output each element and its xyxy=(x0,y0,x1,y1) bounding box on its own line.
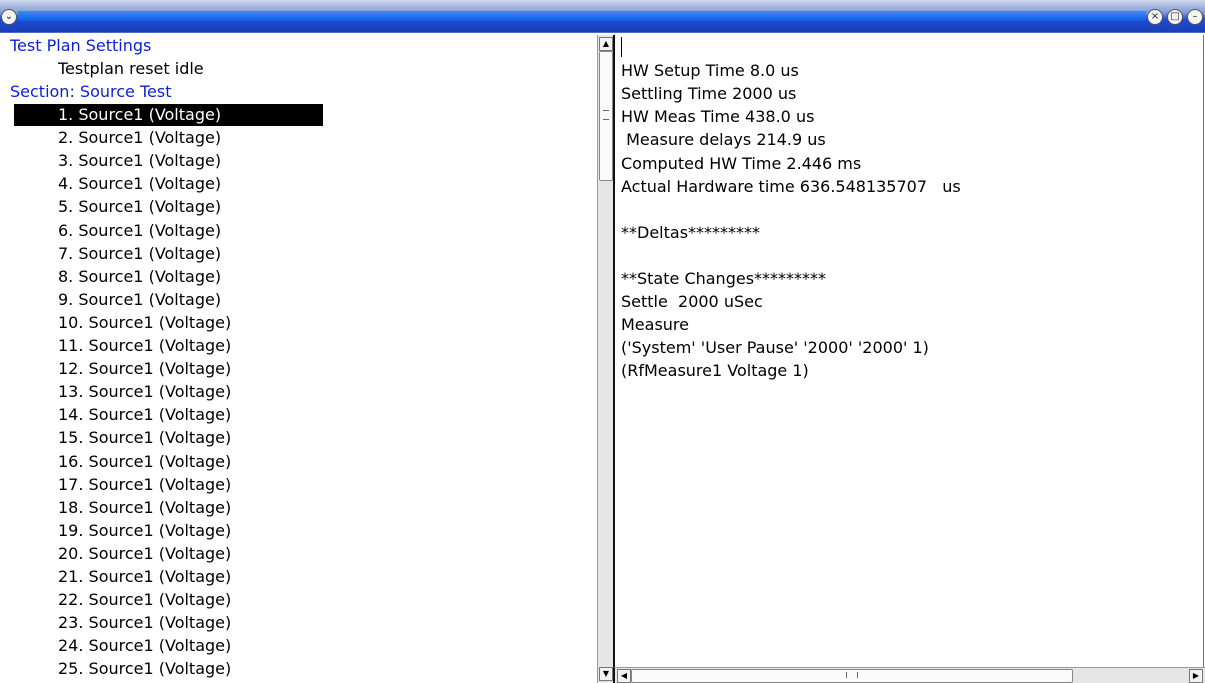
list-item[interactable]: 12. Source1 (Voltage) xyxy=(10,358,231,380)
detail-line: Measure xyxy=(621,315,689,335)
detail-line: HW Meas Time 438.0 us xyxy=(621,107,815,127)
list-item[interactable]: 18. Source1 (Voltage) xyxy=(10,497,231,519)
detail-line: Measure delays 214.9 us xyxy=(621,130,826,150)
minimize-icon[interactable]: – xyxy=(1187,9,1203,25)
list-item[interactable]: 25. Source1 (Voltage) xyxy=(10,658,231,680)
list-item[interactable]: 6. Source1 (Voltage) xyxy=(10,220,221,242)
detail-line: **Deltas********* xyxy=(621,222,761,242)
detail-line: Settle 2000 uSec xyxy=(621,292,763,312)
list-item[interactable]: 21. Source1 (Voltage) xyxy=(10,566,231,588)
details-horizontal-scrollbar[interactable]: ◀ ▶ xyxy=(613,667,1205,683)
grip-icon xyxy=(846,672,858,678)
scroll-up-arrow-icon[interactable]: ▲ xyxy=(599,37,613,51)
plan-settings-header[interactable]: Test Plan Settings xyxy=(10,35,151,57)
grip-icon xyxy=(603,110,609,120)
test-list: Test Plan Settings Testplan reset idle S… xyxy=(10,35,596,683)
detail-line: HW Setup Time 8.0 us xyxy=(621,61,799,81)
chevron-down-icon[interactable]: ⌄ xyxy=(1,9,17,25)
list-item[interactable]: 4. Source1 (Voltage) xyxy=(10,173,221,195)
scroll-thumb[interactable] xyxy=(599,51,613,181)
list-item[interactable]: 3. Source1 (Voltage) xyxy=(10,150,221,172)
list-item[interactable]: 10. Source1 (Voltage) xyxy=(10,312,231,334)
list-item[interactable]: 17. Source1 (Voltage) xyxy=(10,474,231,496)
detail-line: (RfMeasure1 Voltage 1) xyxy=(621,361,809,381)
list-item[interactable]: 16. Source1 (Voltage) xyxy=(10,451,231,473)
list-item[interactable]: 13. Source1 (Voltage) xyxy=(10,381,231,403)
plan-reset-item[interactable]: Testplan reset idle xyxy=(10,58,204,80)
list-item[interactable]: 22. Source1 (Voltage) xyxy=(10,589,231,611)
list-item[interactable]: 15. Source1 (Voltage) xyxy=(10,427,231,449)
maximize-icon[interactable]: □ xyxy=(1167,9,1183,25)
title-strip xyxy=(18,11,1146,21)
list-item[interactable]: 11. Source1 (Voltage) xyxy=(10,335,231,357)
list-item[interactable]: 2. Source1 (Voltage) xyxy=(10,127,221,149)
section-header[interactable]: Section: Source Test xyxy=(10,81,171,103)
list-item[interactable]: 9. Source1 (Voltage) xyxy=(10,289,221,311)
list-scrollbar[interactable]: ▲ ▼ xyxy=(597,35,614,683)
close-icon[interactable]: × xyxy=(1147,9,1163,25)
list-item[interactable]: 23. Source1 (Voltage) xyxy=(10,612,231,634)
list-item[interactable]: 20. Source1 (Voltage) xyxy=(10,543,231,565)
list-item[interactable]: 5. Source1 (Voltage) xyxy=(10,196,221,218)
list-item[interactable]: 1. Source1 (Voltage) xyxy=(14,104,323,126)
list-item[interactable]: 19. Source1 (Voltage) xyxy=(10,520,231,542)
text-cursor xyxy=(621,37,622,57)
detail-line: Computed HW Time 2.446 ms xyxy=(621,153,862,173)
list-item[interactable]: 14. Source1 (Voltage) xyxy=(10,404,231,426)
list-item[interactable]: 7. Source1 (Voltage) xyxy=(10,243,221,265)
list-item[interactable]: 24. Source1 (Voltage) xyxy=(10,635,231,657)
scroll-left-arrow-icon[interactable]: ◀ xyxy=(617,669,631,683)
h-scroll-thumb[interactable] xyxy=(631,669,1073,683)
detail-line: Actual Hardware time 636.548135707 us xyxy=(621,176,961,196)
list-item[interactable]: 8. Source1 (Voltage) xyxy=(10,266,221,288)
detail-line: **State Changes********* xyxy=(621,269,827,288)
detail-line: Settling Time 2000 us xyxy=(621,84,797,104)
detail-line: ('System' 'User Pause' '2000' '2000' 1) xyxy=(621,338,929,358)
details-pane[interactable]: HW Setup Time 8.0 us Settling Time 2000 u… xyxy=(613,35,1204,667)
scroll-down-arrow-icon[interactable]: ▼ xyxy=(599,667,613,681)
title-bar: ⌄ × □ – xyxy=(0,0,1205,33)
scroll-right-arrow-icon[interactable]: ▶ xyxy=(1189,669,1203,683)
